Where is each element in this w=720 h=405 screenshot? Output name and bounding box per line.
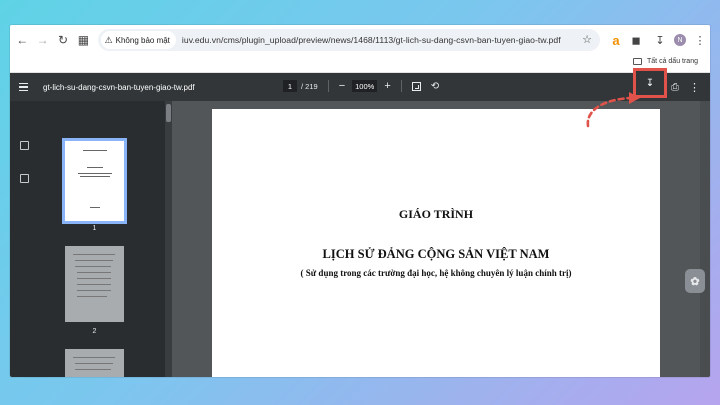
- thumb-text-line: [77, 272, 111, 273]
- thumbnail-page-1[interactable]: [62, 138, 127, 224]
- thumbnail-number: 1: [92, 225, 97, 232]
- address-bar-row: ← → ↻ ▦ ⚠ Không bảo mật iuv.edu.vn/cms/p…: [10, 25, 710, 55]
- omnibox[interactable]: ⚠ Không bảo mật iuv.edu.vn/cms/plugin_up…: [97, 29, 601, 51]
- divider: [400, 80, 402, 92]
- url-text[interactable]: iuv.edu.vn/cms/plugin_upload/preview/new…: [182, 35, 561, 45]
- zoom-input[interactable]: 100%: [352, 80, 378, 92]
- total-pages: / 219: [301, 81, 318, 91]
- sidebar-rail: [10, 101, 38, 377]
- thumbnails-view-icon[interactable]: [20, 141, 29, 150]
- back-icon[interactable]: ←: [14, 31, 30, 49]
- fit-page-icon[interactable]: [411, 81, 421, 91]
- pdf-viewer: GIÁO TRÌNH LỊCH SỬ ĐẢNG CỘNG SẢN VIỆT NA…: [172, 101, 710, 377]
- floating-extension-icon[interactable]: ✿: [685, 269, 705, 293]
- folder-icon: [633, 58, 643, 65]
- thumb-text-line: [73, 357, 115, 358]
- menu-icon[interactable]: [19, 83, 28, 91]
- thumbnail-number: 2: [92, 328, 97, 335]
- all-bookmarks-label: Tất cả dấu trang: [647, 58, 698, 65]
- thumb-text-line: [87, 167, 103, 168]
- pdf-page: GIÁO TRÌNH LỊCH SỬ ĐẢNG CỘNG SẢN VIỆT NA…: [212, 109, 660, 377]
- browser-window: ← → ↻ ▦ ⚠ Không bảo mật iuv.edu.vn/cms/p…: [10, 25, 710, 377]
- thumb-text-line: [75, 260, 113, 261]
- browser-menu-icon[interactable]: ⋮: [690, 30, 710, 50]
- forward-icon[interactable]: →: [34, 31, 50, 49]
- thumb-text-line: [77, 290, 111, 291]
- puzzle-extensions-icon[interactable]: ◼: [626, 30, 646, 50]
- thumb-text-line: [75, 363, 113, 364]
- print-icon[interactable]: ⎙: [671, 82, 679, 93]
- amazon-extension-icon[interactable]: a: [606, 30, 626, 50]
- outline-view-icon[interactable]: [20, 174, 29, 183]
- more-options-icon[interactable]: ⋮: [689, 81, 700, 94]
- bookmark-star-icon[interactable]: ☆: [582, 33, 592, 46]
- security-label: Không bảo mật: [115, 35, 170, 45]
- warning-icon: ⚠: [104, 34, 113, 45]
- zoom-out-icon[interactable]: −: [339, 80, 345, 92]
- thumbnail-panel: 1 2: [38, 101, 165, 377]
- thumb-text-line: [77, 278, 111, 279]
- thumbnail-page-3[interactable]: [65, 349, 124, 377]
- thumb-text-line: [73, 254, 115, 255]
- thumb-text-line: [75, 266, 111, 267]
- security-chip[interactable]: ⚠ Không bảo mật: [100, 31, 176, 49]
- bookmarks-bar: Tất cả dấu trang: [10, 55, 710, 73]
- thumb-text-line: [83, 150, 107, 151]
- thumb-text-line: [77, 296, 107, 297]
- thumbnail-page-2[interactable]: [65, 246, 124, 322]
- thumb-text-line: [78, 173, 112, 174]
- document-title: LỊCH SỬ ĐẢNG CỘNG SẢN VIỆT NAM: [322, 247, 550, 261]
- page-controls: 1 / 219 − 100% + ⟲: [283, 80, 439, 92]
- divider: [327, 80, 329, 92]
- pdf-file-name: gt-lich-su-dang-csvn-ban-tuyen-giao-tw.p…: [43, 82, 195, 92]
- thumb-text-line: [90, 207, 100, 208]
- all-bookmarks-button[interactable]: Tất cả dấu trang: [633, 58, 698, 65]
- document-subtitle: ( Sử dụng trong các trường đại học, hệ k…: [300, 268, 572, 278]
- zoom-in-icon[interactable]: +: [384, 80, 390, 92]
- thumb-text-line: [77, 284, 111, 285]
- thumb-text-line: [75, 369, 111, 370]
- scrollbar-handle[interactable]: [166, 104, 171, 122]
- profile-button[interactable]: N: [670, 30, 690, 50]
- rotate-icon[interactable]: ⟲: [431, 81, 439, 92]
- thumbnail-scrollbar[interactable]: [165, 101, 172, 377]
- reload-icon[interactable]: ↻: [55, 31, 71, 49]
- document-heading: GIÁO TRÌNH: [398, 207, 474, 221]
- avatar: N: [674, 34, 687, 46]
- pointer-arrow: [586, 92, 640, 128]
- tab-grid-icon[interactable]: ▦: [75, 31, 91, 49]
- current-page-input[interactable]: 1: [283, 80, 297, 92]
- viewer-scrollbar[interactable]: [700, 101, 710, 377]
- thumb-text-line: [80, 176, 110, 177]
- download-icon[interactable]: ↧: [650, 30, 670, 50]
- extensions-area: a ◼ ↧ N ⋮: [606, 30, 710, 50]
